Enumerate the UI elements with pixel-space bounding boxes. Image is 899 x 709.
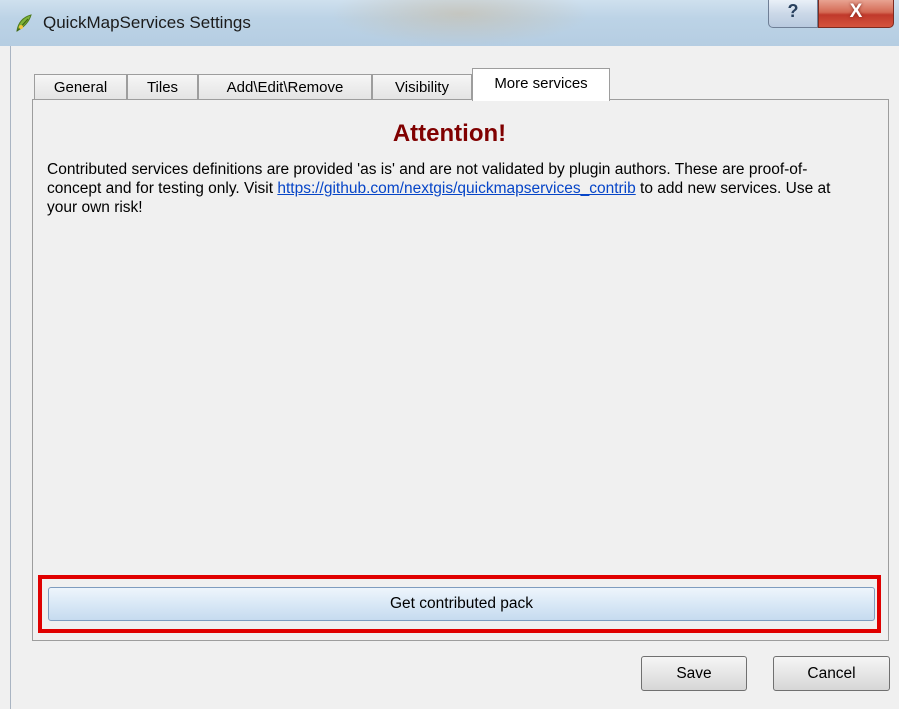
disclaimer-text: Contributed services definitions are pro…: [47, 160, 847, 217]
cancel-button[interactable]: Cancel: [773, 656, 890, 691]
tab-add-edit-remove[interactable]: Add\Edit\Remove: [198, 74, 372, 100]
close-button[interactable]: X: [818, 0, 894, 28]
help-icon: ?: [787, 1, 799, 21]
title-bar[interactable]: QuickMapServices Settings ? X: [0, 0, 899, 46]
help-button[interactable]: ?: [768, 0, 818, 28]
tab-general[interactable]: General: [34, 74, 127, 100]
window-title: QuickMapServices Settings: [43, 13, 251, 32]
get-contributed-pack-button[interactable]: Get contributed pack: [48, 587, 875, 621]
settings-dialog: QuickMapServices Settings ? X General Ti…: [0, 0, 899, 709]
contrib-repo-link[interactable]: https://github.com/nextgis/quickmapservi…: [277, 180, 635, 197]
tab-visibility[interactable]: Visibility: [372, 74, 472, 100]
qgis-leaf-icon: [14, 13, 34, 33]
background-map-hint: [330, 0, 590, 46]
tab-tiles[interactable]: Tiles: [127, 74, 198, 100]
save-button[interactable]: Save: [641, 656, 747, 691]
close-icon: X: [849, 1, 863, 22]
tab-more-services[interactable]: More services: [472, 68, 610, 101]
attention-heading: Attention!: [392, 120, 507, 147]
